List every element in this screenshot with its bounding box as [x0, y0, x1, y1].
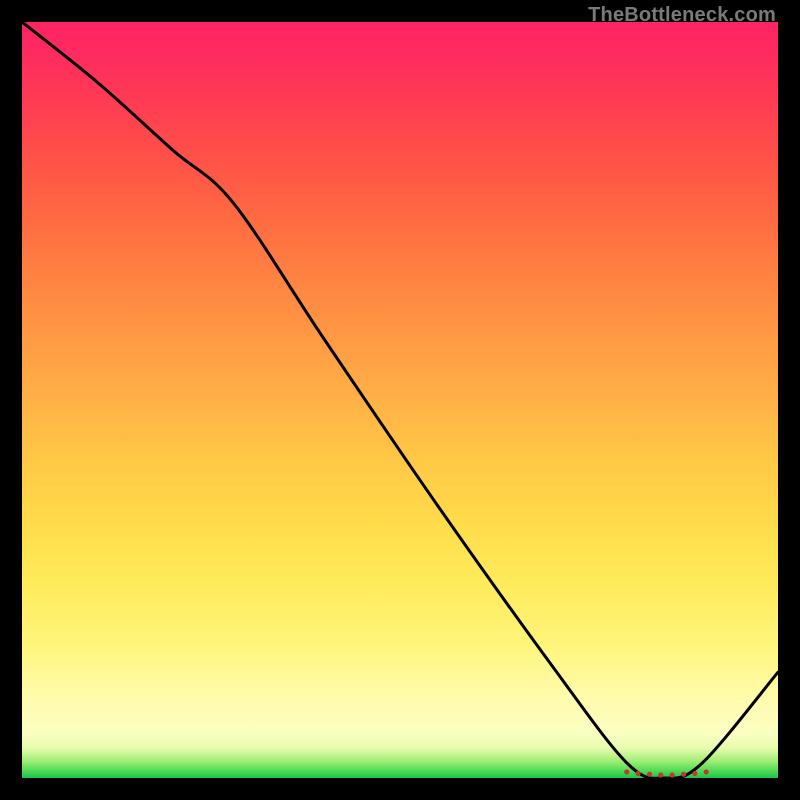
chart-frame	[22, 22, 778, 778]
chart-marker-dot	[692, 771, 697, 776]
chart-marker-dot	[704, 769, 709, 774]
chart-marker-dot	[658, 772, 663, 777]
chart-marker-dot	[670, 772, 675, 777]
chart-overlay-svg	[22, 22, 778, 778]
chart-curve	[22, 22, 778, 778]
chart-marker-dot	[647, 772, 652, 777]
chart-marker-dot	[624, 769, 629, 774]
chart-marker-dot	[681, 772, 686, 777]
watermark-text: TheBottleneck.com	[588, 4, 776, 27]
chart-marker-dot	[636, 771, 641, 776]
